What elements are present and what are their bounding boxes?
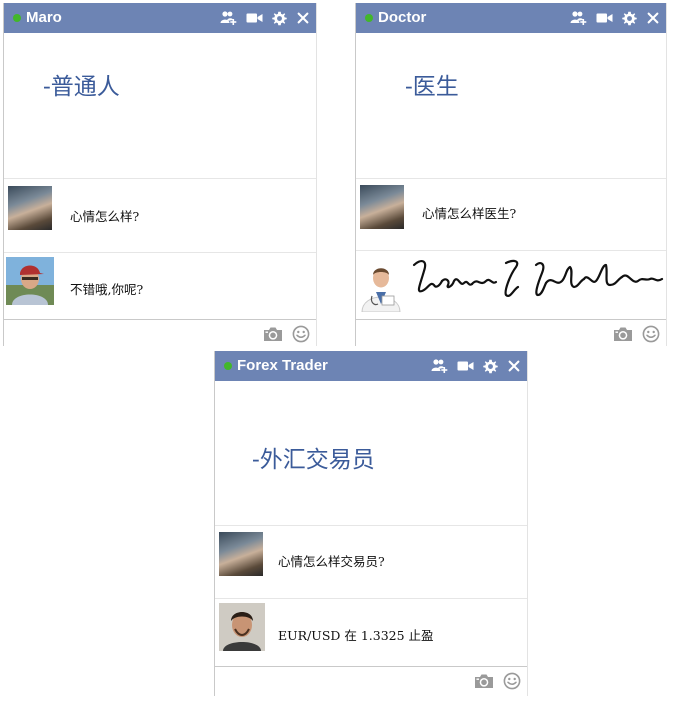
doctor-avatar: [358, 252, 404, 312]
man-with-cap-avatar: [6, 257, 54, 305]
add-friends-icon[interactable]: [570, 10, 587, 26]
online-status-icon: [224, 362, 232, 370]
input-actions: [613, 325, 660, 343]
message-row: [356, 250, 666, 317]
camera-icon[interactable]: [474, 673, 494, 689]
message-text: 不错哦,你呢?: [70, 282, 144, 297]
chat-titlebar[interactable]: Forex Trader: [215, 351, 527, 381]
chat-contact-name[interactable]: Maro: [26, 9, 62, 27]
camera-icon[interactable]: [263, 326, 283, 342]
online-status-icon: [13, 14, 21, 22]
input-actions: [263, 325, 310, 343]
add-friends-icon[interactable]: [431, 358, 448, 374]
chat-caption: -外汇交易员: [252, 447, 375, 473]
chat-contact-name[interactable]: Forex Trader: [237, 357, 328, 375]
close-icon[interactable]: [507, 359, 521, 373]
emoticon-icon[interactable]: [642, 325, 660, 343]
pixelated-photo-avatar: [8, 186, 52, 230]
message-row: 心情怎么样医生?: [356, 178, 666, 251]
camera-icon[interactable]: [613, 326, 633, 342]
input-actions: [474, 672, 521, 690]
titlebar-actions: [220, 10, 310, 26]
video-call-icon[interactable]: [246, 10, 263, 26]
video-call-icon[interactable]: [596, 10, 613, 26]
message-row: 不错哦,你呢?: [4, 252, 316, 320]
chat-window-forex-trader: Forex Trader -外汇交易员 心情怎么样交易员? EUR/USD 在 …: [214, 351, 528, 696]
message-row: 心情怎么样?: [4, 178, 316, 253]
close-icon[interactable]: [296, 11, 310, 25]
chat-window-doctor: Doctor -医生 心情怎么样医生?: [355, 3, 667, 346]
message-text: EUR/USD 在 1.3325 止盈: [278, 628, 434, 643]
settings-gear-icon[interactable]: [272, 11, 287, 26]
message-text: 心情怎么样?: [70, 209, 140, 224]
message-row: 心情怎么样交易员?: [215, 525, 527, 599]
chat-input-bar[interactable]: [215, 666, 527, 693]
handwritten-signature-image: [412, 259, 664, 297]
message-row: EUR/USD 在 1.3325 止盈: [215, 598, 527, 665]
pixelated-photo-avatar: [219, 532, 263, 576]
chat-caption: -普通人: [43, 74, 120, 100]
chat-titlebar[interactable]: Doctor: [356, 3, 666, 33]
titlebar-actions: [431, 358, 521, 374]
chat-caption: -医生: [405, 74, 459, 100]
settings-gear-icon[interactable]: [483, 359, 498, 374]
pixelated-photo-avatar: [360, 185, 404, 229]
chat-contact-name[interactable]: Doctor: [378, 9, 426, 27]
video-call-icon[interactable]: [457, 358, 474, 374]
settings-gear-icon[interactable]: [622, 11, 637, 26]
close-icon[interactable]: [646, 11, 660, 25]
emoticon-icon[interactable]: [503, 672, 521, 690]
chat-titlebar[interactable]: Maro: [4, 3, 316, 33]
message-text: 心情怎么样交易员?: [278, 554, 385, 569]
chat-input-bar[interactable]: [356, 319, 666, 346]
chat-input-bar[interactable]: [4, 319, 316, 346]
young-man-avatar: [219, 603, 265, 651]
online-status-icon: [365, 14, 373, 22]
add-friends-icon[interactable]: [220, 10, 237, 26]
titlebar-actions: [570, 10, 660, 26]
message-text: 心情怎么样医生?: [422, 206, 517, 221]
chat-window-maro: Maro -普通人 心情怎么样? 不错哦,你呢?: [3, 3, 317, 346]
emoticon-icon[interactable]: [292, 325, 310, 343]
